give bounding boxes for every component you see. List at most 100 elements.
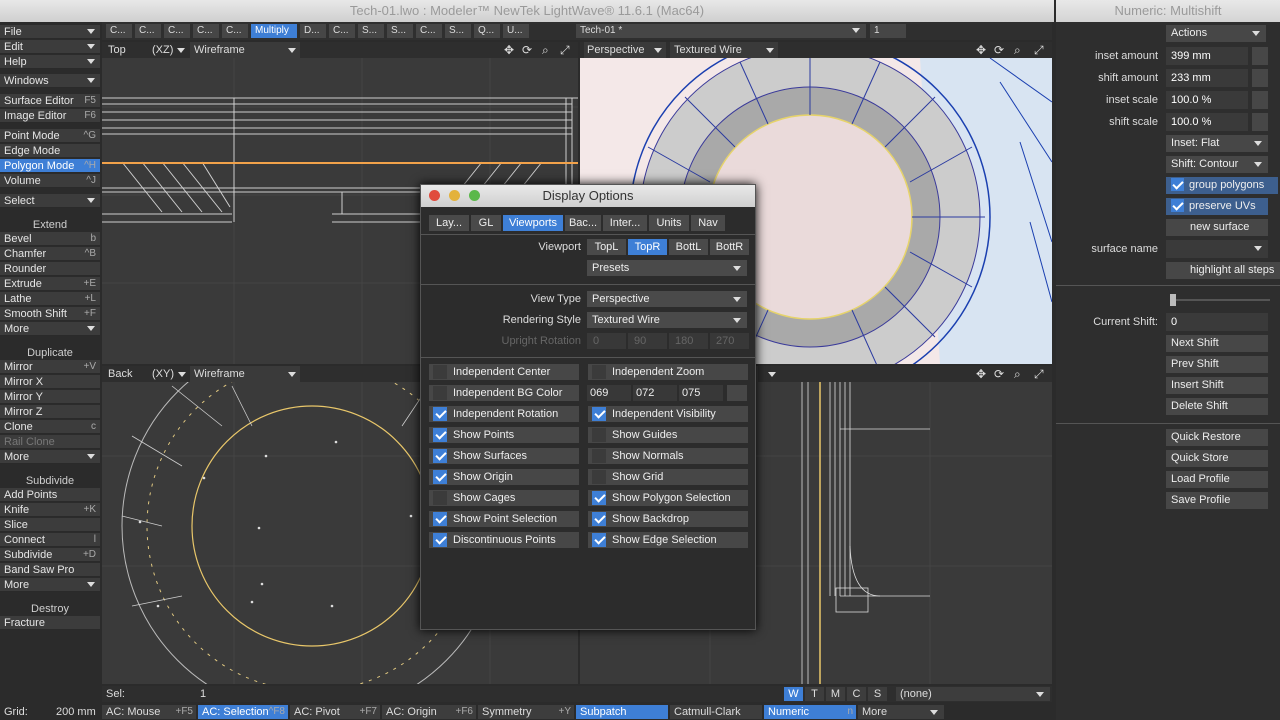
delete-shift-button[interactable]: Delete Shift: [1166, 398, 1268, 415]
toggle-c[interactable]: C: [847, 687, 866, 701]
bg-color-1[interactable]: 072: [633, 385, 677, 401]
toolbar-tab-9[interactable]: S...: [387, 24, 413, 38]
more-button[interactable]: More: [858, 705, 944, 719]
toolbar-tab-10[interactable]: C...: [416, 24, 442, 38]
menu-item-clone-dup[interactable]: Clone c: [0, 420, 100, 434]
menu-item-surface-editor[interactable]: Surface Editor F5: [0, 94, 100, 108]
menu-item-more-dup[interactable]: More: [0, 450, 100, 464]
viewport-right-mode-dropdown[interactable]: [768, 372, 776, 377]
shift-amount-spinner[interactable]: [1252, 69, 1268, 87]
toolbar-tab-13[interactable]: U...: [503, 24, 529, 38]
menu-item-subdivide-sub[interactable]: Subdivide +D: [0, 548, 100, 562]
current-shift-field[interactable]: 0: [1166, 313, 1268, 331]
viewport-perspective-mode[interactable]: Textured Wire: [670, 42, 778, 58]
view-type-dropdown[interactable]: Perspective: [587, 291, 747, 307]
ac-mouse-button[interactable]: AC: Mouse +F5: [102, 705, 196, 719]
move-view-icon[interactable]: ✥: [504, 43, 514, 57]
bg-color-2[interactable]: 075: [679, 385, 723, 401]
bg-color-0[interactable]: 069: [587, 385, 631, 401]
menu-item-volume[interactable]: Volume ^J: [0, 174, 100, 188]
rendering-style-dropdown[interactable]: Textured Wire: [587, 312, 747, 328]
select-dropdown[interactable]: Select: [0, 194, 100, 208]
viewport-back-mode[interactable]: Wireframe: [190, 366, 300, 382]
menu-item-mirror-z-dup[interactable]: Mirror Z: [0, 405, 100, 419]
viewport-back-name[interactable]: Back: [108, 368, 132, 380]
menu-item-windows[interactable]: Windows: [0, 74, 100, 88]
rotate-view-icon[interactable]: ⟳: [522, 43, 532, 57]
shift-mode-dropdown[interactable]: Shift: Contour: [1166, 156, 1268, 173]
menu-item-smooth-shift-extend[interactable]: Smooth Shift +F: [0, 307, 100, 321]
quick-store-button[interactable]: Quick Store: [1166, 450, 1268, 467]
checkbox-independent-center[interactable]: Independent Center: [429, 364, 579, 380]
checkbox-show-polygon-selection[interactable]: Show Polygon Selection: [588, 490, 748, 506]
ac-selection-button[interactable]: AC: Selection ^F8: [198, 705, 288, 719]
checkbox-show-guides[interactable]: Show Guides: [588, 427, 748, 443]
shift-amount-field[interactable]: 233 mm: [1166, 69, 1248, 87]
dialog-tab-bac[interactable]: Bac...: [565, 215, 601, 231]
dialog-tab-nav[interactable]: Nav: [691, 215, 725, 231]
viewport-btn-topl[interactable]: TopL: [587, 239, 626, 255]
menu-item-add-points-sub[interactable]: Add Points: [0, 488, 100, 502]
symmetry-button[interactable]: Symmetry +Y: [478, 705, 574, 719]
toolbar-tab-6[interactable]: D...: [300, 24, 326, 38]
viewport-perspective-name[interactable]: Perspective: [584, 42, 666, 58]
ac-origin-button[interactable]: AC: Origin +F6: [382, 705, 476, 719]
insert-shift-button[interactable]: Insert Shift: [1166, 377, 1268, 394]
menu-item-point-mode[interactable]: Point Mode ^G: [0, 129, 100, 143]
toolbar-tab-1[interactable]: C...: [135, 24, 161, 38]
presets-dropdown[interactable]: Presets: [587, 260, 747, 276]
rotate-view-icon[interactable]: ⟳: [994, 367, 1004, 381]
inset-amount-spinner[interactable]: [1252, 47, 1268, 65]
menu-item-bevel-extend[interactable]: Bevel b: [0, 232, 100, 246]
subpatch-button[interactable]: Subpatch: [576, 705, 668, 719]
toolbar-tab-0[interactable]: C...: [106, 24, 132, 38]
menu-item-rail-clone-dup[interactable]: Rail Clone: [0, 435, 100, 449]
toolbar-tab-2[interactable]: C...: [164, 24, 190, 38]
checkbox-discontinuous-points[interactable]: Discontinuous Points: [429, 532, 579, 548]
checkbox-independent-bg-color[interactable]: Independent BG Color: [429, 385, 579, 401]
menu-item-connect-sub[interactable]: Connect l: [0, 533, 100, 547]
zoom-view-icon[interactable]: ⌕: [542, 43, 549, 58]
viewport-btn-bottr[interactable]: BottR: [710, 239, 749, 255]
menu-item-more-extend[interactable]: More: [0, 322, 100, 336]
inset-mode-dropdown[interactable]: Inset: Flat: [1166, 135, 1268, 152]
inset-amount-field[interactable]: 399 mm: [1166, 47, 1248, 65]
close-icon[interactable]: [429, 190, 440, 201]
shift-scale-field[interactable]: 100.0 %: [1166, 113, 1248, 131]
shift-slider[interactable]: [1170, 299, 1270, 301]
menu-item-mirror-dup[interactable]: Mirror +V: [0, 360, 100, 374]
menu-item-mirror-x-dup[interactable]: Mirror X: [0, 375, 100, 389]
menu-item-more-sub[interactable]: More: [0, 578, 100, 592]
checkbox-show-normals[interactable]: Show Normals: [588, 448, 748, 464]
menu-item-extrude-extend[interactable]: Extrude +E: [0, 277, 100, 291]
catmull-clark-button[interactable]: Catmull-Clark: [670, 705, 762, 719]
highlight-all-steps-checkbox[interactable]: highlight all steps: [1166, 262, 1280, 279]
checkbox-show-edge-selection[interactable]: Show Edge Selection: [588, 532, 748, 548]
surface-name-field[interactable]: [1166, 240, 1268, 258]
menu-item-fracture[interactable]: Fracture: [0, 616, 100, 630]
checkbox-show-grid[interactable]: Show Grid: [588, 469, 748, 485]
viewport-top-name[interactable]: Top: [108, 44, 126, 56]
menu-item-edge-mode[interactable]: Edge Mode: [0, 144, 100, 158]
toggle-t[interactable]: T: [805, 687, 824, 701]
menu-item-file[interactable]: File: [0, 25, 100, 39]
move-view-icon[interactable]: ✥: [976, 43, 986, 57]
toolbar-tab-5[interactable]: Multiply: [251, 24, 297, 38]
menu-item-help[interactable]: Help: [0, 55, 100, 69]
toolbar-tab-11[interactable]: S...: [445, 24, 471, 38]
checkbox-show-origin[interactable]: Show Origin: [429, 469, 579, 485]
prev-shift-button[interactable]: Prev Shift: [1166, 356, 1268, 373]
none-dropdown[interactable]: (none): [896, 687, 1050, 701]
checkbox-show-backdrop[interactable]: Show Backdrop: [588, 511, 748, 527]
bg-color-swatch[interactable]: [727, 385, 747, 401]
toggle-m[interactable]: M: [826, 687, 845, 701]
toolbar-tab-8[interactable]: S...: [358, 24, 384, 38]
layer-select[interactable]: Tech-01 *: [576, 24, 866, 38]
menu-item-knife-sub[interactable]: Knife +K: [0, 503, 100, 517]
maximize-view-icon[interactable]: ⤢: [1034, 43, 1044, 58]
checkbox-independent-zoom[interactable]: Independent Zoom: [588, 364, 748, 380]
toolbar-tab-7[interactable]: C...: [329, 24, 355, 38]
actions-dropdown[interactable]: Actions: [1166, 25, 1266, 42]
menu-item-chamfer-extend[interactable]: Chamfer ^B: [0, 247, 100, 261]
rotate-view-icon[interactable]: ⟳: [994, 43, 1004, 57]
